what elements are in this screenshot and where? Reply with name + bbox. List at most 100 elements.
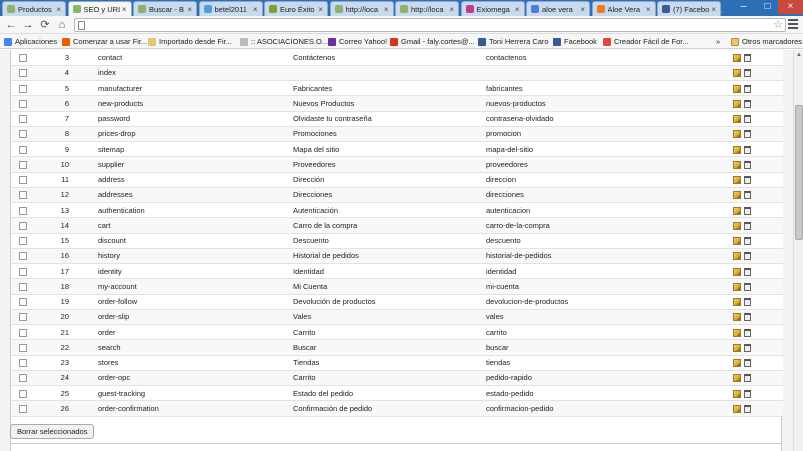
row-checkbox[interactable] bbox=[19, 69, 27, 78]
forward-button[interactable]: → bbox=[21, 18, 35, 32]
bookmark-star-icon[interactable]: ☆ bbox=[773, 19, 783, 32]
tab-close-icon[interactable]: × bbox=[122, 5, 127, 14]
delete-icon[interactable] bbox=[744, 298, 751, 307]
row-checkbox[interactable] bbox=[19, 237, 27, 246]
browser-tab[interactable]: http://loca × bbox=[395, 1, 459, 16]
row-checkbox[interactable] bbox=[19, 252, 27, 261]
browser-tab[interactable]: (7) Facebo × bbox=[657, 1, 721, 16]
scrollbar-thumb[interactable] bbox=[795, 105, 803, 240]
edit-icon[interactable] bbox=[733, 176, 741, 185]
edit-icon[interactable] bbox=[733, 53, 741, 62]
bookmark-item[interactable]: Comenzar a usar Fir... bbox=[62, 36, 147, 47]
tab-close-icon[interactable]: × bbox=[253, 5, 258, 14]
edit-icon[interactable] bbox=[733, 237, 741, 246]
edit-icon[interactable] bbox=[733, 252, 741, 261]
bookmarks-overflow-button[interactable]: » bbox=[716, 36, 720, 47]
edit-icon[interactable] bbox=[733, 115, 741, 124]
page-scrollbar[interactable]: ▲ bbox=[793, 50, 803, 451]
row-checkbox[interactable] bbox=[19, 374, 27, 383]
delete-icon[interactable] bbox=[744, 252, 751, 261]
home-button[interactable]: ⌂ bbox=[55, 18, 69, 32]
edit-icon[interactable] bbox=[733, 84, 741, 93]
browser-tab[interactable]: Productos × bbox=[2, 1, 66, 16]
bookmark-item[interactable]: Importado desde Fir... bbox=[148, 36, 232, 47]
delete-icon[interactable] bbox=[744, 69, 751, 78]
row-checkbox[interactable] bbox=[19, 404, 27, 413]
edit-icon[interactable] bbox=[733, 267, 741, 276]
row-checkbox[interactable] bbox=[19, 99, 27, 108]
tab-close-icon[interactable]: × bbox=[318, 5, 323, 14]
edit-icon[interactable] bbox=[733, 282, 741, 291]
delete-icon[interactable] bbox=[744, 374, 751, 383]
edit-icon[interactable] bbox=[733, 359, 741, 368]
row-checkbox[interactable] bbox=[19, 130, 27, 139]
delete-icon[interactable] bbox=[744, 267, 751, 276]
tab-close-icon[interactable]: × bbox=[384, 5, 389, 14]
bookmark-item[interactable]: Toni Herrera Caro bbox=[478, 36, 549, 47]
browser-tab[interactable]: Exiomega × bbox=[460, 1, 525, 16]
row-checkbox[interactable] bbox=[19, 298, 27, 307]
bookmark-item[interactable]: Correo Yahoo! bbox=[328, 36, 387, 47]
delete-icon[interactable] bbox=[744, 191, 751, 200]
chrome-menu-icon[interactable] bbox=[788, 19, 798, 29]
edit-icon[interactable] bbox=[733, 328, 741, 337]
row-checkbox[interactable] bbox=[19, 145, 27, 154]
browser-tab[interactable]: betel2011 × bbox=[198, 1, 263, 16]
bulk-delete-button[interactable]: Borrar seleccionados bbox=[10, 424, 95, 439]
delete-icon[interactable] bbox=[744, 206, 751, 215]
browser-tab[interactable]: Euro Éxito × bbox=[264, 1, 328, 16]
edit-icon[interactable] bbox=[733, 99, 741, 108]
window-close-button[interactable]: × bbox=[778, 0, 803, 14]
row-checkbox[interactable] bbox=[19, 343, 27, 352]
bookmark-item[interactable]: Aplicaciones bbox=[4, 36, 57, 47]
row-checkbox[interactable] bbox=[19, 206, 27, 215]
tab-close-icon[interactable]: × bbox=[711, 5, 716, 14]
row-checkbox[interactable] bbox=[19, 221, 27, 230]
delete-icon[interactable] bbox=[744, 84, 751, 93]
delete-icon[interactable] bbox=[744, 53, 751, 62]
minimize-button[interactable]: – bbox=[731, 0, 756, 14]
edit-icon[interactable] bbox=[733, 343, 741, 352]
delete-icon[interactable] bbox=[744, 160, 751, 169]
edit-icon[interactable] bbox=[733, 130, 741, 139]
row-checkbox[interactable] bbox=[19, 191, 27, 200]
other-bookmarks-folder[interactable]: Otros marcadores bbox=[731, 36, 802, 47]
edit-icon[interactable] bbox=[733, 404, 741, 413]
row-checkbox[interactable] bbox=[19, 53, 27, 62]
delete-icon[interactable] bbox=[744, 99, 751, 108]
row-checkbox[interactable] bbox=[19, 115, 27, 124]
maximize-button[interactable]: □ bbox=[755, 0, 780, 14]
edit-icon[interactable] bbox=[733, 313, 741, 322]
edit-icon[interactable] bbox=[733, 206, 741, 215]
tab-close-icon[interactable]: × bbox=[187, 5, 192, 14]
reload-button[interactable]: ⟳ bbox=[38, 18, 52, 32]
bookmark-item[interactable]: Facebook bbox=[553, 36, 597, 47]
row-checkbox[interactable] bbox=[19, 176, 27, 185]
bookmark-item[interactable]: Gmail - faly.cortes@... bbox=[390, 36, 475, 47]
edit-icon[interactable] bbox=[733, 374, 741, 383]
browser-tab[interactable]: Buscar - B × bbox=[133, 1, 197, 16]
row-checkbox[interactable] bbox=[19, 328, 27, 337]
delete-icon[interactable] bbox=[744, 237, 751, 246]
delete-icon[interactable] bbox=[744, 404, 751, 413]
row-checkbox[interactable] bbox=[19, 267, 27, 276]
delete-icon[interactable] bbox=[744, 130, 751, 139]
edit-icon[interactable] bbox=[733, 145, 741, 154]
row-checkbox[interactable] bbox=[19, 282, 27, 291]
tab-close-icon[interactable]: × bbox=[580, 5, 585, 14]
bookmark-item[interactable]: Creador Fácil de For... bbox=[603, 36, 689, 47]
browser-tab[interactable]: http://loca × bbox=[329, 1, 394, 16]
row-checkbox[interactable] bbox=[19, 84, 27, 93]
edit-icon[interactable] bbox=[733, 298, 741, 307]
tab-close-icon[interactable]: × bbox=[646, 5, 651, 14]
delete-icon[interactable] bbox=[744, 221, 751, 230]
delete-icon[interactable] bbox=[744, 145, 751, 154]
browser-tab[interactable]: SEO y URL × bbox=[67, 1, 132, 16]
scroll-up-arrow-icon[interactable]: ▲ bbox=[796, 52, 802, 58]
row-checkbox[interactable] bbox=[19, 389, 27, 398]
tab-close-icon[interactable]: × bbox=[56, 5, 61, 14]
edit-icon[interactable] bbox=[733, 389, 741, 398]
row-checkbox[interactable] bbox=[19, 359, 27, 368]
row-checkbox[interactable] bbox=[19, 160, 27, 169]
tab-close-icon[interactable]: × bbox=[515, 5, 520, 14]
